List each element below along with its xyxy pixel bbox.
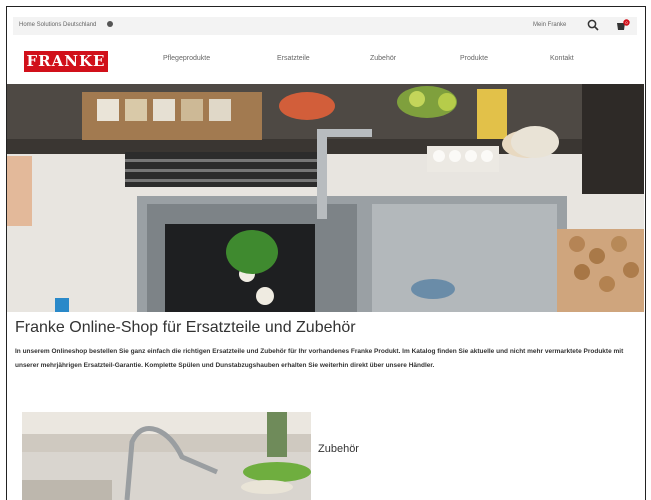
cart-icon[interactable]: 0 <box>616 19 630 32</box>
my-franke-link[interactable]: Mein Franke <box>533 22 566 28</box>
nav-item-zubehoer[interactable]: Zubehör <box>370 55 396 62</box>
franke-logo[interactable]: FRANKE <box>24 51 108 72</box>
zubehoer-promo-image[interactable] <box>22 412 311 500</box>
nav-item-kontakt[interactable]: Kontakt <box>550 55 574 62</box>
top-utility-bar: Home Solutions Deutschland Mein Franke 0 <box>13 17 637 35</box>
nav-item-pflegeprodukte[interactable]: Pflegeprodukte <box>163 55 210 62</box>
search-icon[interactable] <box>587 19 599 31</box>
nav-item-produkte[interactable]: Produkte <box>460 55 488 62</box>
region-selector[interactable]: Home Solutions Deutschland <box>19 22 96 28</box>
page-title: Franke Online-Shop für Ersatzteile und Z… <box>15 319 356 336</box>
zubehoer-promo-label[interactable]: Zubehör <box>318 443 359 455</box>
intro-text: In unserem Onlineshop bestellen Sie ganz… <box>15 348 624 369</box>
main-navigation-bar: FRANKE Pflegeprodukte Ersatzteile Zubehö… <box>13 42 637 78</box>
globe-icon <box>107 21 113 27</box>
hero-image <box>7 84 644 312</box>
nav-item-ersatzteile[interactable]: Ersatzteile <box>277 55 310 62</box>
